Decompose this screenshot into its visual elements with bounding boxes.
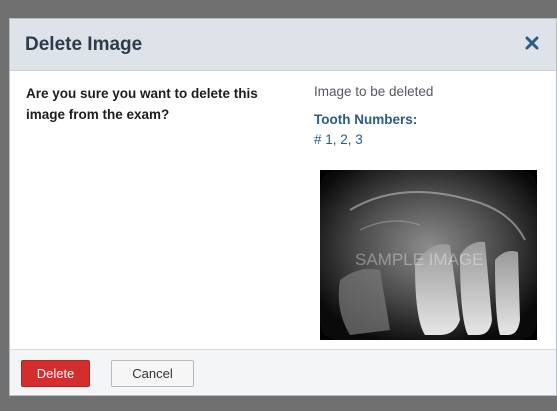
cancel-button[interactable]: Cancel: [111, 360, 194, 387]
delete-image-dialog: Delete Image Are you sure you want to de…: [9, 18, 557, 396]
tooth-numbers-value: # 1, 2, 3: [314, 132, 363, 147]
dialog-title: Delete Image: [25, 34, 143, 55]
dialog-footer: Delete Cancel: [10, 349, 556, 395]
tooth-numbers-label: Tooth Numbers:: [314, 112, 418, 127]
xray-image-preview: SAMPLE IMAGE: [320, 170, 537, 340]
delete-button[interactable]: Delete: [21, 360, 90, 387]
close-icon[interactable]: [522, 33, 542, 53]
image-caption: Image to be deleted: [314, 84, 434, 99]
delete-confirmation-text: Are you sure you want to delete this ima…: [26, 86, 258, 122]
sample-image-watermark: SAMPLE IMAGE: [355, 250, 483, 269]
image-info: Image to be deleted Tooth Numbers: # 1, …: [314, 83, 544, 149]
dialog-header: Delete Image: [10, 19, 556, 71]
